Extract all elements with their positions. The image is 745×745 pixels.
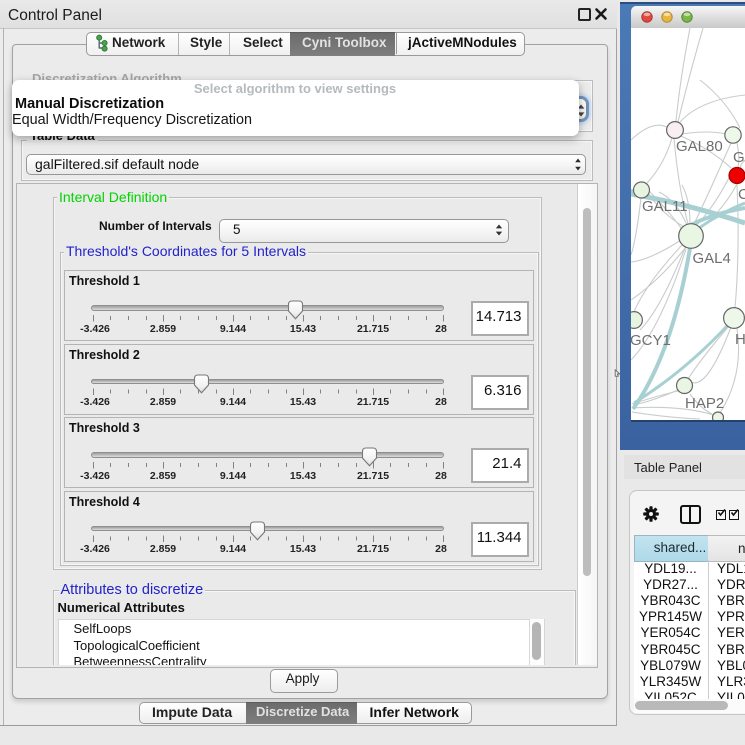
svg-text:GCY1: GCY1 bbox=[631, 332, 671, 349]
svg-text:GAL4: GAL4 bbox=[693, 250, 731, 267]
svg-text:GAL11: GAL11 bbox=[642, 198, 688, 215]
svg-text:GAL80: GAL80 bbox=[676, 138, 723, 155]
svg-text:HAP2: HAP2 bbox=[685, 395, 724, 412]
svg-text:C: C bbox=[738, 186, 745, 203]
svg-text:GA: GA bbox=[733, 149, 745, 166]
svg-text:H: H bbox=[735, 331, 745, 348]
